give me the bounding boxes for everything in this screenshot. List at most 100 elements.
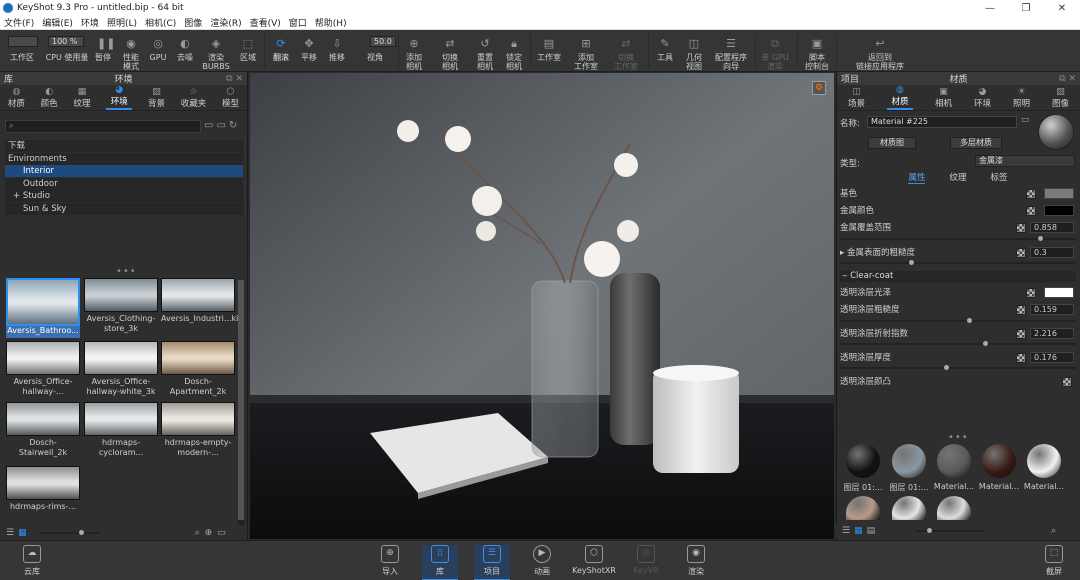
render-viewport[interactable]: ⚙ (250, 73, 834, 539)
material-ball[interactable] (846, 444, 880, 478)
toolbar-configurator[interactable]: ☰ 配置程序 向导 (715, 32, 747, 72)
project-button[interactable]: ☰ 项目 (474, 545, 510, 580)
texture-map-icon[interactable] (1062, 377, 1072, 387)
toolbar-gpu[interactable]: ◎ GPU (143, 32, 173, 70)
menu-window[interactable]: 窗口 (285, 16, 311, 29)
metal-coverage-slider[interactable] (840, 236, 1076, 241)
tab-backgrounds[interactable]: ▨ 背景 (148, 87, 165, 109)
library-button[interactable]: ▯ 库 (422, 545, 458, 580)
prop-clearcoat-roughness[interactable]: 透明涂层粗糙度 0.159 (840, 304, 1076, 316)
maximize-button[interactable]: ❐ (1008, 0, 1044, 16)
list-view-icon[interactable]: ☰ (842, 526, 850, 536)
clearcoat-thickness-slider[interactable] (840, 365, 1076, 370)
close-button[interactable]: ✕ (1044, 0, 1080, 16)
library-search-input[interactable]: ⌕ (5, 120, 201, 133)
animation-button[interactable]: ▶ 动画 (524, 545, 560, 579)
material-ball[interactable] (982, 444, 1016, 478)
metal-roughness-slider[interactable] (840, 260, 1076, 265)
slider-knob[interactable] (927, 528, 933, 533)
render-status-icon[interactable]: ⚙ (812, 81, 826, 95)
import-button[interactable]: ⊕ 导入 (372, 545, 408, 579)
keyvr-button[interactable]: ◎ KeyVR (628, 545, 664, 579)
base-color-swatch[interactable] (1044, 188, 1074, 199)
tab-models[interactable]: ⬡ 模型 (222, 87, 239, 109)
prop-clearcoat-ior[interactable]: 透明涂层折射指数 2.216 (840, 328, 1076, 340)
menu-view[interactable]: 查看(V) (246, 16, 285, 29)
toolbar-pause[interactable]: ❚❚ 暂停 (88, 32, 118, 70)
toolbar-studio[interactable]: ▤ 工作室 (534, 32, 564, 70)
toolbar-lock-camera[interactable]: 🔒︎ 锁定 相机 (499, 32, 529, 72)
clearcoat-roughness-slider[interactable] (840, 318, 1076, 323)
material-ball[interactable] (1027, 444, 1061, 478)
clearcoat-thickness-input[interactable]: 0.176 (1030, 352, 1074, 363)
metal-color-swatch[interactable] (1044, 205, 1074, 216)
toolbar-dolly[interactable]: ⇩ 推移 (322, 32, 352, 70)
material-ball[interactable] (892, 496, 926, 520)
clearcoat-ior-input[interactable]: 2.216 (1030, 328, 1074, 339)
thumbnail-item[interactable]: hdrmaps-rims-... (6, 466, 80, 526)
toolbar-workspace[interactable]: ▭工作区 (7, 32, 37, 70)
toolbar-tools[interactable]: ✎ 工具 (650, 32, 680, 70)
subtab-textures[interactable]: 纹理 (949, 171, 966, 184)
menu-help[interactable]: 帮助(H) (311, 16, 351, 29)
tab-image[interactable]: ▨ 图像 (1052, 87, 1069, 109)
thumbnail-item[interactable]: hdrmaps-empty-modern-... (161, 402, 235, 462)
metal-roughness-input[interactable]: 0.3 (1030, 247, 1074, 258)
subtab-properties[interactable]: 属性 (908, 171, 926, 184)
prop-base-color[interactable]: 基色 (840, 188, 1076, 200)
toolbar-return-link[interactable]: ↩ 返回到 链接应用程序 (856, 32, 904, 72)
material-type-select[interactable]: 金属漆 (975, 155, 1075, 167)
render-button[interactable]: ◉ 渲染 (678, 545, 714, 579)
menu-edit[interactable]: 编辑(E) (38, 16, 77, 29)
material-ball[interactable] (937, 496, 971, 520)
slider-knob[interactable] (78, 530, 84, 535)
menu-render[interactable]: 渲染(R) (206, 16, 245, 29)
clearcoat-ior-slider[interactable] (840, 341, 1076, 346)
search-icon[interactable]: ⌕ (195, 528, 200, 538)
tab-favorites[interactable]: ☆ 收藏夹 (181, 87, 207, 109)
material-graph-button[interactable]: 材质图 (868, 137, 916, 149)
panel-float-icon[interactable]: ⧉ ✕ (1059, 74, 1076, 84)
menu-lighting[interactable]: 照明(L) (103, 16, 141, 29)
material-ball[interactable] (846, 496, 880, 520)
slider-knob[interactable] (943, 365, 949, 370)
search-icon[interactable]: ⌕ (1051, 526, 1056, 536)
thumbnail-item[interactable]: hdrmaps-cycloram... (84, 402, 158, 462)
tab-materials[interactable]: ◍ 材质 (8, 87, 25, 109)
splitter-handle[interactable]: ••• (116, 266, 137, 277)
tab-environments[interactable]: ◕ 环境 (106, 85, 132, 110)
toolbar-cpu[interactable]: ▭CPU 使用量 (45, 32, 89, 70)
list-view-icon[interactable]: ☰ (6, 528, 14, 538)
menu-environment[interactable]: 环境 (77, 16, 103, 29)
texture-map-icon[interactable] (1026, 206, 1036, 216)
toolbar-region[interactable]: ⬚ 区域 (233, 32, 263, 70)
tab-scene[interactable]: ◫ 场景 (848, 87, 865, 109)
toolbar-pan[interactable]: ✥ 平移 (294, 32, 324, 70)
folder-icon[interactable]: ▭ (204, 120, 213, 131)
clearcoat-section-header[interactable]: ‒ Clear-coat (840, 271, 1076, 282)
folder-icon[interactable]: ▭ (217, 528, 226, 538)
save-material-icon[interactable]: ▭ (1021, 115, 1029, 125)
toolbar-add-studio[interactable]: ⊞ 添加 工作室 (571, 32, 601, 72)
texture-map-icon[interactable] (1016, 353, 1026, 363)
slider-knob[interactable] (966, 318, 972, 323)
thumbnail-item[interactable]: Dosch-Apartment_2k (161, 341, 235, 401)
thumbnail-item[interactable]: Dosch-Stairwell_2k (6, 402, 80, 462)
thumbnail-item[interactable]: Aversis_Office-hallway-white_3k (84, 341, 158, 401)
toolbar-switch-studio[interactable]: ⇄ 切换 工作室 (611, 32, 641, 72)
prop-clearcoat-bump[interactable]: 透明涂层颜凸 (840, 376, 1076, 388)
texture-map-icon[interactable] (1016, 329, 1026, 339)
material-ball[interactable] (892, 444, 926, 478)
tab-textures[interactable]: ▦ 纹理 (73, 87, 90, 109)
minimize-button[interactable]: — (972, 0, 1008, 16)
texture-map-icon[interactable] (1026, 189, 1036, 199)
tree-item-environments[interactable]: Environments (5, 152, 243, 165)
menu-camera[interactable]: 相机(C) (141, 16, 180, 29)
group-view-icon[interactable]: ▤ (867, 526, 876, 536)
toolbar-perspective[interactable]: ▭视角 (360, 32, 390, 70)
metal-coverage-input[interactable]: 0.858 (1030, 222, 1074, 233)
tree-item-studio[interactable]: + Studio (5, 190, 243, 202)
toolbar-script-console[interactable]: ▣ 脚本 控制台 (802, 32, 832, 72)
material-ball[interactable] (937, 444, 971, 478)
screenshot-button[interactable]: ⬚ 截屏 (1036, 545, 1072, 579)
